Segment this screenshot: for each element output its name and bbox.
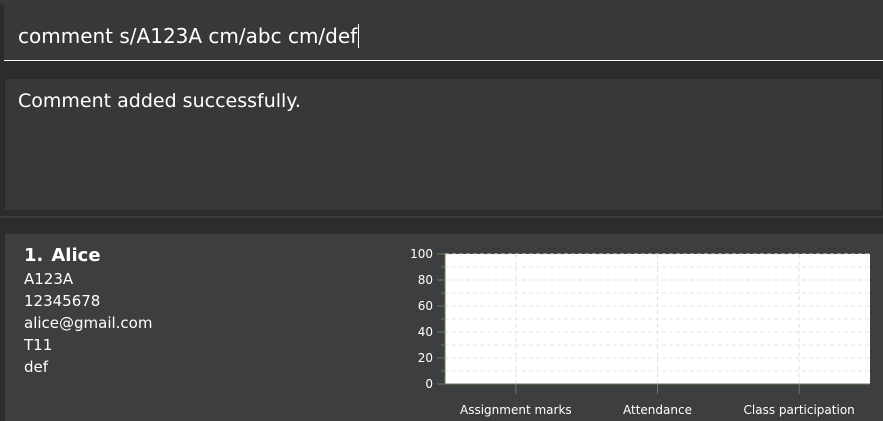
person-tutorial: T11	[24, 336, 53, 354]
command-input-text[interactable]: comment s/A123A cm/abc cm/def	[18, 24, 357, 48]
performance-chart: 0 20 40 60 80 100 Assignment marks Attendance Cl…	[385, 244, 883, 421]
person-comment: def	[24, 358, 49, 376]
result-display: Comment added successfully.	[4, 78, 883, 211]
y-tick-label: 20	[418, 351, 433, 365]
command-box[interactable]: comment s/A123A cm/abc cm/def	[4, 4, 883, 61]
y-tick-label: 100	[410, 247, 433, 261]
y-tick-label: 0	[425, 377, 433, 391]
person-card[interactable]: 1. Alice A123A 12345678 alice@gmail.com T…	[5, 234, 883, 421]
text-caret	[358, 24, 360, 48]
performance-chart-svg: 0 20 40 60 80 100 Assignment marks Attendance Cl…	[410, 247, 870, 417]
y-tick-label: 80	[418, 273, 433, 287]
person-name-row: 1. Alice	[24, 244, 152, 268]
panel-divider	[0, 216, 883, 218]
person-student-id: A123A	[24, 270, 74, 288]
person-phone: 12345678	[24, 292, 101, 310]
x-tick-label: Class participation	[744, 403, 855, 417]
x-tick-label: Assignment marks	[460, 403, 572, 417]
x-tick-label: Attendance	[623, 403, 692, 417]
person-name: Alice	[51, 245, 101, 266]
y-tick-label: 60	[418, 299, 433, 313]
person-info: 1. Alice A123A 12345678 alice@gmail.com T…	[24, 244, 152, 378]
result-message: Comment added successfully.	[18, 90, 301, 112]
person-email: alice@gmail.com	[24, 314, 153, 332]
y-tick-label: 40	[418, 325, 433, 339]
person-index: 1.	[24, 245, 44, 266]
command-input[interactable]: comment s/A123A cm/abc cm/def	[18, 24, 360, 48]
